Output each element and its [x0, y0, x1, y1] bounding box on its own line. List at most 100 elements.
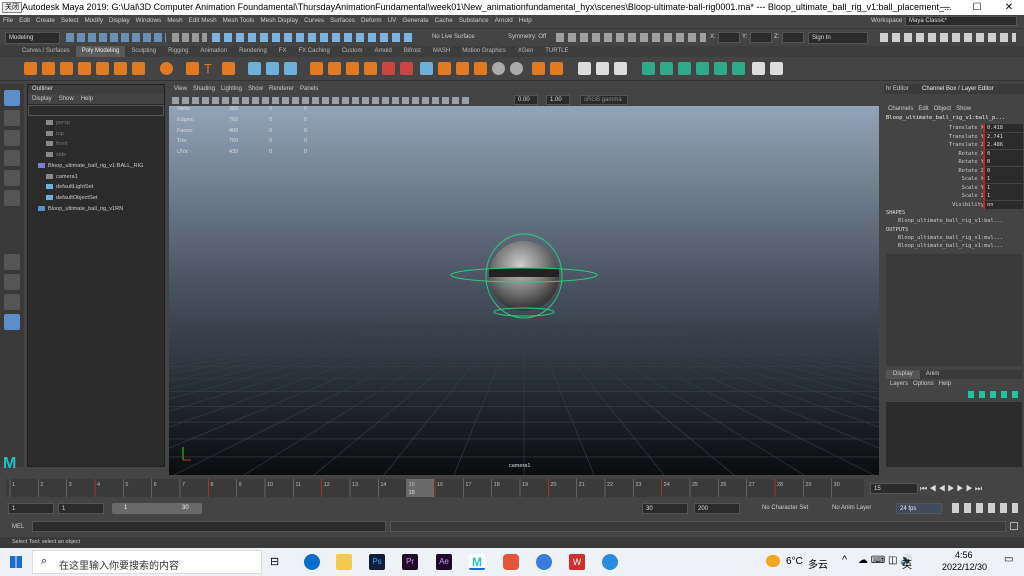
search-box[interactable]: ⌕ 在这里输入你要搜索的内容	[32, 550, 262, 574]
close-button[interactable]: ✕	[994, 0, 1024, 15]
outliner-item[interactable]: front	[46, 140, 67, 148]
clock-date[interactable]: 2022/12/30	[942, 562, 987, 572]
outliner-item[interactable]: Bloop_ultimate_ball_rig_v1:BALL_RIG	[38, 162, 143, 170]
anim-end-field[interactable]: 200	[694, 503, 740, 514]
menu-mesh[interactable]: Mesh	[164, 17, 185, 24]
rotate-tool-icon[interactable]	[4, 170, 20, 186]
poly-cone-icon[interactable]	[78, 62, 91, 75]
menu-display[interactable]: Display	[106, 17, 133, 24]
z-coord-field[interactable]	[782, 32, 804, 43]
outliner-item[interactable]: camera1	[46, 173, 78, 181]
cut-uv-icon[interactable]	[578, 62, 591, 75]
vp-menu-panels[interactable]: Panels	[300, 86, 318, 92]
paint-select-icon[interactable]	[4, 130, 20, 146]
shelf-tab-turtle[interactable]: TURTLE	[539, 46, 574, 57]
channel-row[interactable]: Rotate Z0	[884, 166, 1024, 175]
snap-tools-icons[interactable]	[212, 33, 412, 42]
premiere-icon[interactable]: Pr	[402, 554, 418, 570]
layout-uv-icon[interactable]	[614, 62, 627, 75]
vp-menu-renderer[interactable]: Renderer	[269, 86, 294, 92]
spherical-map-icon[interactable]	[678, 62, 691, 75]
bridge-icon[interactable]	[364, 62, 377, 75]
layer-menu-options[interactable]: Options	[913, 381, 934, 387]
sign-in-button[interactable]: Sign In	[808, 32, 868, 44]
channel-row[interactable]: Rotate X0	[884, 149, 1024, 158]
multicut-icon[interactable]	[456, 62, 469, 75]
single-view-icon[interactable]	[4, 254, 20, 270]
fill-hole-icon[interactable]	[438, 62, 451, 75]
menu-generate[interactable]: Generate	[399, 17, 431, 24]
vp-menu-view[interactable]: View	[174, 86, 187, 92]
weather-icon[interactable]	[766, 555, 780, 567]
cb-menu-edit[interactable]: Edit	[918, 106, 928, 112]
layer-buttons-icons[interactable]	[968, 391, 1018, 398]
sweep-mesh-icon[interactable]	[186, 62, 199, 75]
four-view-icon[interactable]	[4, 274, 20, 290]
menu-substance[interactable]: Substance	[456, 17, 492, 24]
file-explorer-icon[interactable]	[336, 554, 352, 570]
close-tag[interactable]: 关闭	[2, 2, 22, 13]
playback-end-field[interactable]: 30	[642, 503, 688, 514]
shelf-tab-arnold[interactable]: Arnold	[369, 46, 398, 57]
outliner-item[interactable]: Bloop_ultimate_ball_rig_v1RN	[38, 205, 123, 213]
svg-tool-icon[interactable]	[222, 62, 235, 75]
append-icon[interactable]	[420, 62, 433, 75]
outliner-menu-help[interactable]: Help	[81, 96, 93, 102]
select-tool-icon[interactable]	[4, 90, 20, 106]
minimize-button[interactable]: —	[930, 0, 960, 15]
gamma-field[interactable]: 1.00	[546, 95, 570, 105]
render-tools-icons[interactable]	[556, 33, 706, 42]
channel-row[interactable]: Translate Y 2.741	[884, 132, 1024, 141]
bevel-icon[interactable]	[382, 62, 395, 75]
channel-row[interactable]: Rotate Y0	[884, 158, 1024, 166]
uv-editor-icon[interactable]	[532, 62, 545, 75]
vp-menu-shading[interactable]: Shading	[193, 86, 215, 92]
channel-row[interactable]: Translate X 0.418	[884, 124, 1024, 132]
planar-map-icon[interactable]	[642, 62, 655, 75]
outliner-item[interactable]: persp	[46, 119, 70, 127]
menu-deform[interactable]: Deform	[358, 17, 385, 24]
type-tool-icon[interactable]: T	[204, 62, 217, 75]
range-slider[interactable]: 1 30	[112, 503, 202, 514]
wps-icon[interactable]: W	[569, 554, 585, 570]
outliner-layout-icon[interactable]	[4, 314, 20, 330]
outliner-item[interactable]: top	[46, 130, 64, 138]
menu-create[interactable]: Create	[33, 17, 58, 24]
cb-menu-channels[interactable]: Channels	[888, 106, 913, 112]
x-coord-field[interactable]	[718, 32, 740, 43]
menu-select[interactable]: Select	[58, 17, 82, 24]
menu-windows[interactable]: Windows	[133, 17, 165, 24]
two-view-icon[interactable]	[4, 294, 20, 310]
playback-option-icons[interactable]	[952, 503, 1018, 513]
task-view-icon[interactable]: ⊟	[270, 554, 286, 570]
playback-start-field[interactable]: 1	[58, 503, 104, 514]
ime-indicator[interactable]: 英	[902, 556, 912, 571]
channel-value[interactable]: 1	[985, 175, 1023, 183]
3d-viewport[interactable]: Verts: 382 0 0 Edges: 760 0 0 Faces: 400 0 0 Tris: 76…	[169, 106, 879, 475]
channel-value[interactable]: 0	[985, 149, 1023, 158]
lasso-tool-icon[interactable]	[4, 110, 20, 126]
start-icon[interactable]	[10, 556, 22, 568]
channel-value[interactable]: on	[985, 200, 1023, 209]
poly-cylinder-icon[interactable]	[60, 62, 73, 75]
outliner-item[interactable]: defaultLightSet	[46, 183, 93, 191]
channel-value[interactable]: 1	[985, 183, 1023, 192]
menu-edit[interactable]: Edit	[16, 17, 33, 24]
browser-icon[interactable]	[536, 554, 552, 570]
cylindrical-map-icon[interactable]	[660, 62, 673, 75]
channel-row[interactable]: Scale Y1	[884, 183, 1024, 192]
notification-icon[interactable]: ▭	[1004, 554, 1013, 565]
shelf-tab-rendering[interactable]: Rendering	[233, 46, 273, 57]
live-surface-label[interactable]: No Live Surface	[432, 32, 475, 43]
anim-start-field[interactable]: 1	[8, 503, 54, 514]
layer-menu-help[interactable]: Help	[939, 381, 951, 387]
time-slider[interactable]: 1 2 3 4 5 6 7 8 9 10 11 12 13 14 15 16 17 18 19 20 21 22 23 24 2…	[6, 479, 864, 497]
shelf-tab-motion-graphics[interactable]: Motion Graphics	[456, 46, 512, 57]
poly-disc-icon[interactable]	[132, 62, 145, 75]
separate-icon[interactable]	[266, 62, 279, 75]
menu-arnold[interactable]: Arnold	[492, 17, 516, 24]
maya-taskbar-icon[interactable]: M	[469, 554, 485, 570]
command-input[interactable]	[32, 521, 386, 532]
shelf-tab-poly-modeling[interactable]: Poly Modeling	[75, 46, 126, 57]
layer-tab-anim[interactable]: Anim	[920, 371, 940, 377]
